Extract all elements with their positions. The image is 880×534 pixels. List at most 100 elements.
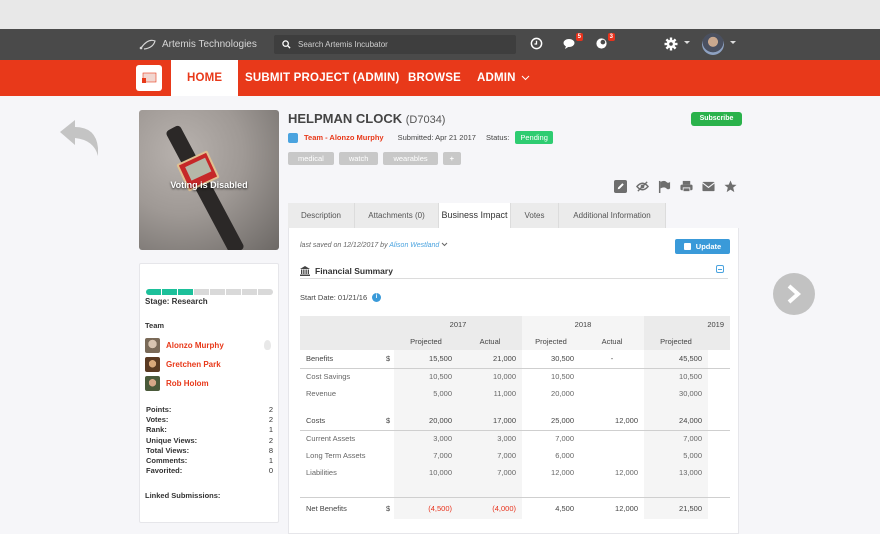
star-icon[interactable] bbox=[724, 180, 737, 193]
clock-icon[interactable] bbox=[530, 37, 544, 51]
next-project-button[interactable] bbox=[773, 273, 815, 315]
stage-segment bbox=[226, 289, 241, 295]
add-tag-button[interactable]: + bbox=[442, 152, 462, 165]
tab-votes[interactable]: Votes bbox=[511, 203, 559, 228]
table-cell[interactable]: 45,500 bbox=[644, 350, 708, 369]
table-cell[interactable]: 3,000 bbox=[394, 430, 458, 447]
notification-icon[interactable]: 3 bbox=[595, 33, 615, 51]
table-cell[interactable]: 30,500 bbox=[522, 350, 580, 369]
table-cell[interactable]: 12,000 bbox=[580, 496, 644, 519]
tag[interactable]: medical bbox=[288, 152, 334, 165]
table-cell[interactable]: 12,000 bbox=[580, 464, 644, 481]
table-cell[interactable]: 25,000 bbox=[522, 412, 580, 431]
table-cell[interactable] bbox=[580, 430, 644, 447]
search-box[interactable] bbox=[274, 35, 516, 54]
table-cell[interactable]: - bbox=[580, 350, 644, 369]
table-cell[interactable]: 5,000 bbox=[644, 447, 708, 464]
table-cell[interactable]: 6,000 bbox=[522, 447, 580, 464]
search-input[interactable] bbox=[298, 40, 498, 49]
table-row: Current Assets 3,000 3,000 7,000 7,000 bbox=[300, 430, 730, 447]
team-link[interactable]: Team - Alonzo Murphy bbox=[304, 133, 384, 142]
table-cell[interactable]: 12,000 bbox=[580, 412, 644, 431]
table-cell[interactable]: 10,500 bbox=[522, 368, 580, 385]
tag[interactable]: wearables bbox=[383, 152, 438, 165]
table-cell[interactable]: 20,000 bbox=[394, 412, 458, 431]
table-cell[interactable]: 10,000 bbox=[458, 368, 522, 385]
team-member[interactable]: Gretchen Park bbox=[145, 356, 221, 372]
table-cell[interactable]: 10,500 bbox=[644, 368, 708, 385]
table-cell[interactable] bbox=[580, 368, 644, 385]
table-cell[interactable]: 15,500 bbox=[394, 350, 458, 369]
user-avatar[interactable] bbox=[702, 33, 724, 55]
table-cell[interactable]: 13,000 bbox=[644, 464, 708, 481]
table-cell[interactable]: 7,000 bbox=[458, 447, 522, 464]
subscribe-button[interactable]: Subscribe bbox=[691, 112, 742, 126]
table-cell[interactable]: 10,500 bbox=[394, 368, 458, 385]
table-cell[interactable]: 30,000 bbox=[644, 385, 708, 402]
row-label: Revenue bbox=[306, 389, 337, 398]
app-logo[interactable] bbox=[136, 65, 162, 91]
currency-symbol bbox=[380, 385, 394, 402]
team-member[interactable]: Rob Holom bbox=[145, 375, 209, 391]
table-cell[interactable]: 24,000 bbox=[644, 412, 708, 431]
table-cell[interactable]: 5,000 bbox=[394, 385, 458, 402]
nav-home[interactable]: HOME bbox=[171, 60, 239, 96]
nav-browse[interactable]: BROWSE bbox=[408, 60, 461, 96]
info-icon[interactable]: i bbox=[372, 293, 382, 302]
member-name[interactable]: Rob Holom bbox=[166, 379, 209, 388]
table-cell[interactable]: 7,000 bbox=[522, 430, 580, 447]
member-name[interactable]: Alonzo Murphy bbox=[166, 341, 224, 350]
tab-description[interactable]: Description bbox=[288, 203, 355, 228]
collapse-icon[interactable] bbox=[716, 265, 724, 273]
tab-business-impact[interactable]: Business Impact bbox=[439, 203, 511, 228]
table-cell[interactable] bbox=[580, 447, 644, 464]
member-name[interactable]: Gretchen Park bbox=[166, 360, 221, 369]
table-cell[interactable] bbox=[580, 385, 644, 402]
table-cell-blank bbox=[708, 385, 730, 402]
table-cell[interactable]: 12,000 bbox=[522, 464, 580, 481]
nav-submit-project[interactable]: SUBMIT PROJECT (ADMIN) bbox=[245, 60, 400, 96]
tag[interactable]: watch bbox=[338, 152, 379, 165]
table-cell-blank bbox=[708, 496, 730, 519]
table-cell[interactable]: 4,500 bbox=[522, 496, 580, 519]
table-cell[interactable]: 11,000 bbox=[458, 385, 522, 402]
hide-icon[interactable] bbox=[636, 180, 649, 193]
email-icon[interactable] bbox=[702, 180, 715, 193]
table-cell[interactable]: 7,000 bbox=[394, 447, 458, 464]
currency-symbol bbox=[380, 464, 394, 481]
brand-logo[interactable]: Artemis Technologies bbox=[138, 37, 257, 51]
row-label: Liabilities bbox=[306, 468, 337, 477]
chevron-down-icon[interactable] bbox=[441, 242, 448, 247]
flag-icon[interactable] bbox=[658, 180, 671, 193]
team-icon bbox=[288, 132, 298, 143]
table-cell[interactable]: 20,000 bbox=[522, 385, 580, 402]
stat-row: Comments: 1 bbox=[146, 456, 273, 466]
gear-icon[interactable] bbox=[664, 37, 678, 51]
table-cell[interactable]: 17,000 bbox=[458, 412, 522, 431]
table-cell[interactable]: 7,000 bbox=[458, 464, 522, 481]
user-menu-caret-icon[interactable] bbox=[730, 41, 736, 44]
update-label: Update bbox=[695, 242, 722, 251]
stat-row: Unique Views: 2 bbox=[146, 436, 273, 446]
table-cell[interactable]: 3,000 bbox=[458, 430, 522, 447]
print-icon[interactable] bbox=[680, 180, 693, 193]
nav-admin[interactable]: ADMIN bbox=[477, 60, 530, 96]
start-date: Start Date: 01/21/16 i bbox=[300, 293, 382, 302]
brand-name: Artemis Technologies bbox=[162, 38, 257, 50]
last-saved-user[interactable]: Alison Westland bbox=[389, 242, 439, 249]
update-button[interactable]: Update bbox=[675, 239, 730, 254]
stage-segment bbox=[162, 289, 177, 295]
table-cell[interactable]: 21,000 bbox=[458, 350, 522, 369]
table-cell[interactable]: 10,000 bbox=[394, 464, 458, 481]
tab-additional-information[interactable]: Additional Information bbox=[559, 203, 666, 228]
team-member[interactable]: Alonzo Murphy bbox=[145, 337, 224, 353]
table-cell[interactable]: 21,500 bbox=[644, 496, 708, 519]
chat-icon[interactable]: 5 bbox=[563, 33, 583, 51]
table-cell[interactable]: (4,500) bbox=[394, 496, 458, 519]
back-arrow-icon[interactable] bbox=[58, 118, 102, 158]
settings-caret-icon[interactable] bbox=[684, 41, 690, 44]
table-cell[interactable]: (4,000) bbox=[458, 496, 522, 519]
tab-attachments[interactable]: Attachments (0) bbox=[355, 203, 439, 228]
table-cell[interactable]: 7,000 bbox=[644, 430, 708, 447]
edit-icon[interactable] bbox=[614, 180, 627, 193]
